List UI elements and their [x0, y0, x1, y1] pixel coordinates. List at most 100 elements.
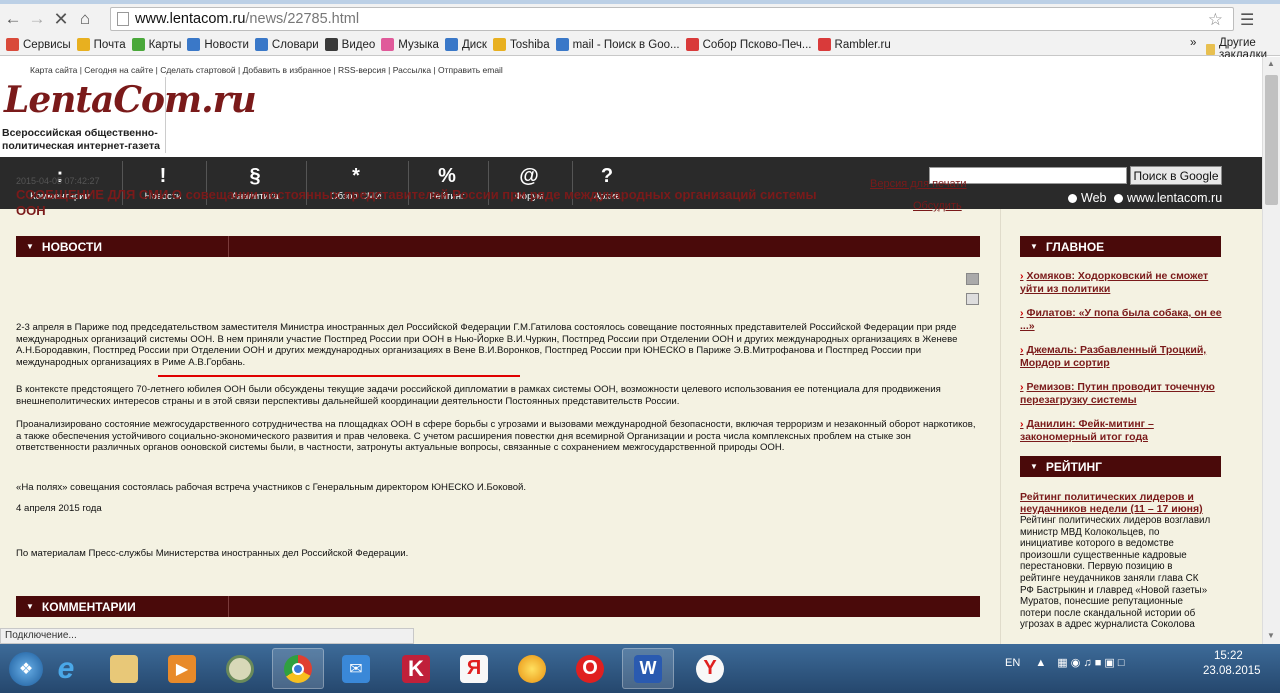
red-underline-annotation [158, 375, 520, 377]
triangle-down-icon: ▼ [1030, 242, 1038, 251]
main-news-link[interactable]: › Данилин: Фейк-митинг – закономерный ито… [1020, 418, 1225, 443]
yandex-browser-icon: Y [696, 654, 724, 683]
clock-date[interactable]: 23.08.2015 [1203, 665, 1261, 677]
news-section-title: НОВОСТИ [41, 239, 102, 254]
stop-icon[interactable]: ✕ [50, 8, 72, 30]
bookmark-item[interactable]: Почта [76, 38, 126, 51]
ie-icon: e [57, 651, 75, 685]
radio-site[interactable] [1113, 194, 1123, 204]
bookmark-item[interactable]: Словари [254, 38, 319, 51]
mail-icon: ✉ [342, 654, 370, 683]
forward-icon[interactable]: → [26, 8, 48, 30]
printer-icon[interactable] [966, 273, 979, 285]
taskbar-yandex[interactable]: Я [448, 648, 500, 689]
taskbar-app[interactable] [214, 648, 266, 689]
arrow-icon: › [1020, 307, 1024, 319]
clock-time[interactable]: 15:22 [1214, 650, 1243, 662]
arrow-icon: › [1020, 381, 1024, 393]
back-icon[interactable]: ← [2, 8, 24, 30]
home-icon[interactable]: ⌂ [74, 8, 96, 30]
main-news-link[interactable]: › Филатов: «У попа была собака, он ее ...… [1020, 307, 1225, 332]
tray-icons[interactable]: ▦ ◉ ♫ ■ ▣ □ [1057, 657, 1124, 669]
url-path: /news/22785.html [245, 11, 360, 27]
bookmark-favicon-icon [381, 38, 395, 51]
bookmark-item[interactable]: Сервисы [6, 38, 71, 51]
main-news-link[interactable]: › Ремизов: Путин проводит точечную переза… [1020, 381, 1225, 406]
bookmark-item[interactable]: Музыка [381, 38, 439, 51]
google-search-button[interactable]: Поиск в Google [1130, 166, 1222, 185]
print-version-link[interactable]: Версия для печати [870, 178, 967, 190]
kaspersky-icon: K [402, 654, 430, 683]
browser-menu-icon[interactable]: ☰ [1240, 10, 1254, 30]
site-logo[interactable]: LentaCom.ru [4, 79, 257, 121]
page-viewport: Карта сайта | Сегодня на сайте | Сделать… [0, 57, 1262, 644]
bookmark-label: mail - Поиск в Goo... [572, 38, 680, 51]
arrow-icon: › [1020, 418, 1024, 430]
bookmark-item[interactable]: Карты [131, 38, 182, 51]
taskbar-opera[interactable]: O [564, 648, 616, 689]
taskbar-word[interactable]: W [622, 648, 674, 689]
main-news-section-title: ГЛАВНОЕ [1045, 239, 1105, 254]
bookmark-item[interactable]: Диск [444, 38, 487, 51]
system-tray: EN ▲ ▦ ◉ ♫ ■ ▣ □ [1005, 656, 1125, 669]
bookmark-favicon-icon [187, 38, 201, 51]
language-indicator[interactable]: EN [1005, 657, 1020, 669]
main-news-link[interactable]: › Джемаль: Разбавленный Троцкий, Мордор и… [1020, 344, 1225, 369]
bookmark-item[interactable]: Собор Псково-Печ... [685, 38, 812, 51]
scroll-down-icon[interactable]: ▼ [1267, 631, 1275, 640]
arrow-icon: › [1020, 270, 1024, 282]
bookmark-star-icon[interactable]: ☆ [1208, 10, 1223, 30]
article-date: 2015-04-05 07:42:27 [16, 176, 100, 186]
taskbar-ie[interactable]: e [40, 648, 92, 689]
radio-web-label: Web [1081, 191, 1107, 205]
main-news-section-header: ▼ ГЛАВНОЕ [1020, 236, 1221, 257]
bookmark-label: Toshiba [509, 38, 550, 51]
article-paragraph-4: «На полях» совещания состоялась рабочая … [16, 482, 527, 493]
bookmark-label: Карты [148, 38, 182, 51]
comment-icon[interactable] [966, 293, 979, 305]
taskbar-kaspersky[interactable]: K [390, 648, 442, 689]
bookmark-label: Новости [204, 38, 249, 51]
top-links[interactable]: Карта сайта | Сегодня на сайте | Сделать… [30, 65, 503, 75]
header-divider [228, 596, 229, 617]
radio-site-label: www.lentacom.ru [1126, 191, 1223, 205]
taskbar-app2[interactable] [506, 648, 558, 689]
article-paragraph-1: 2-3 апреля в Париже под председательство… [16, 322, 958, 368]
taskbar-explorer[interactable] [98, 648, 150, 689]
url-input[interactable]: www.lentacom.ru/news/22785.html ☆ [110, 7, 1234, 31]
article-title: СООБЩЕНИЕ ДЛЯ СМИ О совещании постоянных… [16, 187, 817, 218]
bookmark-label: Rambler.ru [834, 38, 891, 51]
bookmark-item[interactable]: Rambler.ru [817, 38, 891, 51]
tray-arrow-icon[interactable]: ▲ [1035, 657, 1046, 669]
bookmark-item[interactable]: mail - Поиск в Goo... [555, 38, 680, 51]
media-player-icon: ▶ [168, 654, 196, 683]
vertical-scrollbar[interactable]: ▲ ▼ [1262, 57, 1280, 644]
bookmark-item[interactable]: Новости [187, 38, 249, 51]
taskbar-yandex-browser[interactable]: Y [684, 648, 736, 689]
bookmark-label: Сервисы [23, 38, 71, 51]
main-news-link[interactable]: › Хомяков: Ходорковский не сможет уйти из… [1020, 270, 1225, 295]
bookmark-label: Музыка [398, 38, 439, 51]
bookmark-label: Словари [271, 38, 319, 51]
nav-glyph-icon: § [249, 164, 261, 187]
comments-section-title: КОММЕНТАРИИ [41, 599, 136, 614]
radio-web[interactable] [1068, 194, 1077, 204]
article-paragraph-5: 4 апреля 2015 года [16, 503, 102, 514]
bookmark-item[interactable]: Видео [324, 38, 375, 51]
rating-title-link[interactable]: Рейтинг политических лидеров и неудачник… [1020, 491, 1225, 515]
bookmark-favicon-icon [324, 38, 338, 51]
scroll-up-icon[interactable]: ▲ [1267, 59, 1275, 68]
main-news-link-text: Хомяков: Ходорковский не сможет уйти из … [1020, 270, 1209, 295]
more-bookmarks-button[interactable]: » [1190, 37, 1196, 49]
taskbar-media[interactable]: ▶ [156, 648, 208, 689]
discuss-link[interactable]: Обсудить [913, 200, 962, 212]
taskbar-chrome[interactable] [272, 648, 324, 689]
taskbar-mail[interactable]: ✉ [330, 648, 382, 689]
bookmark-item[interactable]: Toshiba [492, 38, 550, 51]
nav-glyph-icon: @ [519, 164, 539, 187]
triangle-down-icon: ▼ [26, 242, 34, 251]
arrow-icon: › [1020, 344, 1024, 356]
scroll-thumb[interactable] [1265, 75, 1278, 205]
rating-section-title: РЕЙТИНГ [1045, 459, 1102, 474]
bookmark-favicon-icon [444, 38, 458, 51]
